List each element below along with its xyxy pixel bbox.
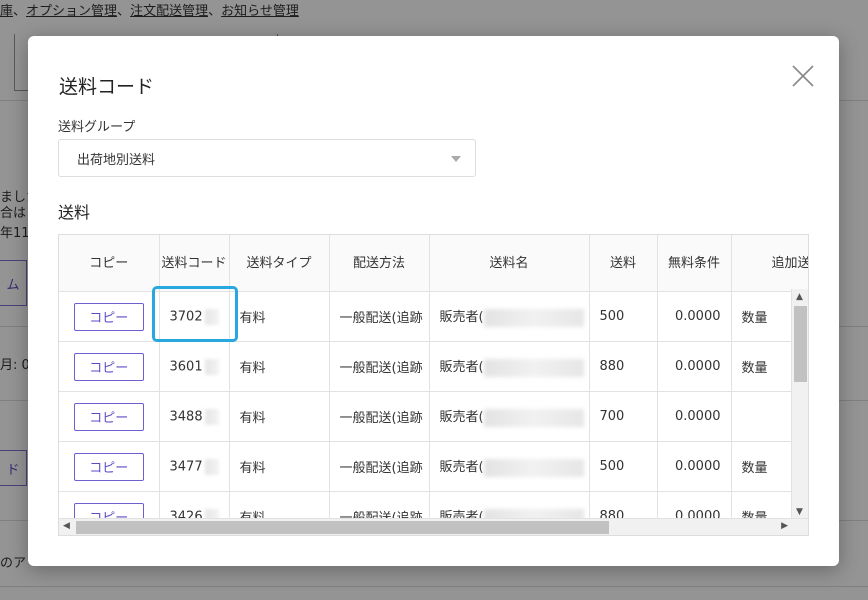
cell-type: 有料 [229, 291, 330, 342]
cell-fee: 500 [589, 441, 658, 492]
horizontal-scrollbar[interactable]: ◀ ▶ [59, 518, 808, 535]
vertical-scroll-thumb[interactable] [794, 306, 807, 382]
copy-button[interactable]: コピー [73, 352, 144, 381]
redacted-text [483, 408, 584, 427]
cell-name: 販売者( [429, 441, 590, 492]
column-header-method: 配送方法 [329, 235, 430, 292]
table-header-row: コピー 送料コード 送料タイプ 配送方法 送料名 送料 無料条件 追加送 [59, 235, 808, 292]
scroll-up-icon[interactable]: ▲ [796, 292, 803, 302]
horizontal-scroll-thumb[interactable] [76, 521, 609, 534]
table-row: コピー 3488 有料 一般配送(追跡 販売者( 700 0.0000 [59, 391, 808, 442]
cell-free-condition: 0.0000 [657, 441, 732, 492]
table-row: コピー 3477 有料 一般配送(追跡 販売者( 500 0.0000 数量 [59, 441, 808, 492]
table-row: コピー 3702 有料 一般配送(追跡 販売者( 500 0.0000 数量 [59, 291, 808, 342]
cell-fee: 880 [589, 341, 658, 392]
cell-method: 一般配送(追跡 [329, 391, 430, 442]
cell-code: 3702 [159, 291, 230, 342]
cell-type: 有料 [229, 441, 330, 492]
shipping-group-select[interactable]: 出荷地別送料 [58, 139, 476, 177]
cell-type: 有料 [229, 391, 330, 442]
cell-name: 販売者( [429, 341, 590, 392]
redacted-text [204, 408, 219, 425]
column-header-fee: 送料 [589, 235, 658, 292]
vertical-scrollbar[interactable]: ▲ ▼ [791, 289, 808, 520]
column-header-code: 送料コード [159, 235, 230, 292]
cell-name: 販売者( [429, 391, 590, 442]
close-button[interactable] [791, 64, 815, 88]
copy-button[interactable]: コピー [73, 452, 144, 481]
modal-title: 送料コード [59, 76, 155, 98]
shipping-group-label: 送料グループ [58, 120, 136, 135]
redacted-text [204, 308, 219, 325]
section-title: 送料 [58, 203, 91, 222]
cell-method: 一般配送(追跡 [329, 291, 430, 342]
column-header-extra: 追加送 [731, 235, 808, 292]
cell-type: 有料 [229, 341, 330, 392]
cell-method: 一般配送(追跡 [329, 441, 430, 492]
cell-fee: 700 [589, 391, 658, 442]
column-header-type: 送料タイプ [229, 235, 330, 292]
cell-method: 一般配送(追跡 [329, 341, 430, 392]
shipping-group-value: 出荷地別送料 [77, 152, 156, 168]
table-row: コピー 3601 有料 一般配送(追跡 販売者( 880 0.0000 数量 [59, 341, 808, 392]
cell-name: 販売者( [429, 291, 590, 342]
shipping-table: コピー 送料コード 送料タイプ 配送方法 送料名 送料 無料条件 追加送 コピー… [58, 234, 809, 536]
redacted-text [204, 458, 219, 475]
redacted-text [483, 358, 584, 377]
cell-code: 3601 [159, 341, 230, 392]
shipping-table-grid: コピー 送料コード 送料タイプ 配送方法 送料名 送料 無料条件 追加送 コピー… [59, 235, 808, 535]
column-header-free-condition: 無料条件 [657, 235, 732, 292]
redacted-text [483, 458, 584, 477]
redacted-text [483, 308, 584, 327]
cell-free-condition: 0.0000 [657, 391, 732, 442]
cell-code: 3488 [159, 391, 230, 442]
close-icon [792, 65, 814, 87]
shipping-code-modal: 送料コード 送料グループ 出荷地別送料 送料 コピー 送料コード 送料タイプ 配… [28, 36, 839, 566]
scroll-left-icon[interactable]: ◀ [63, 521, 70, 531]
column-header-copy: コピー [59, 235, 160, 292]
cell-free-condition: 0.0000 [657, 341, 732, 392]
copy-button[interactable]: コピー [73, 402, 144, 431]
redacted-text [204, 358, 219, 375]
cell-code: 3477 [159, 441, 230, 492]
scroll-down-icon[interactable]: ▼ [796, 507, 803, 517]
cell-free-condition: 0.0000 [657, 291, 732, 342]
scroll-right-icon[interactable]: ▶ [781, 521, 788, 531]
chevron-down-icon [451, 156, 461, 162]
cell-fee: 500 [589, 291, 658, 342]
column-header-name: 送料名 [429, 235, 590, 292]
copy-button[interactable]: コピー [73, 302, 144, 331]
